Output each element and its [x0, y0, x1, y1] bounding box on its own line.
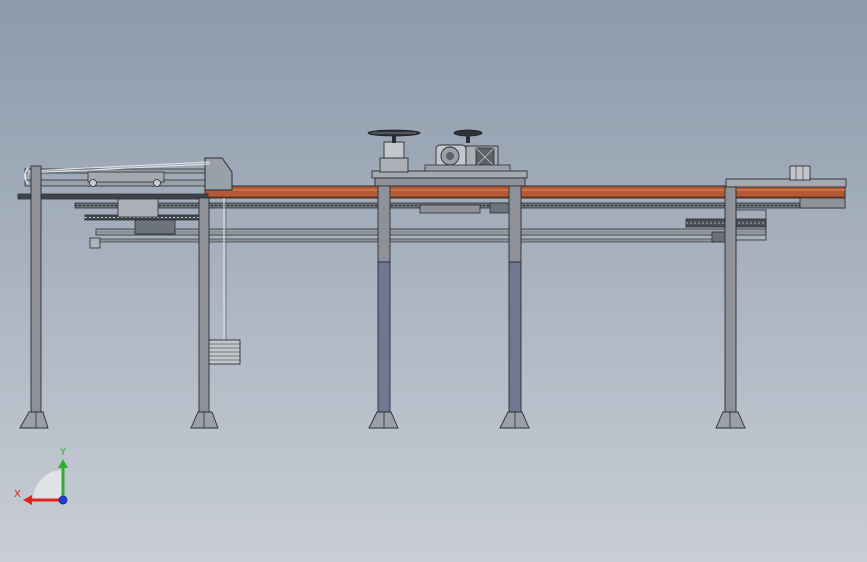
assembly-drawing: Y X: [14, 129, 847, 505]
handwheel-right[interactable]: [453, 129, 483, 143]
drive-unit[interactable]: [367, 129, 528, 187]
tail-unit[interactable]: [725, 165, 847, 209]
handwheel-left[interactable]: [367, 129, 421, 137]
cad-viewport[interactable]: Y X: [0, 0, 867, 562]
axis-label-x: X: [14, 489, 21, 500]
left-head-frame[interactable]: [17, 157, 233, 200]
conveyor-belt[interactable]: [204, 185, 846, 199]
axis-label-y: Y: [59, 447, 67, 458]
support-leg-3[interactable]: [368, 185, 399, 429]
counterweight[interactable]: [207, 198, 241, 365]
support-leg-1[interactable]: [19, 165, 49, 429]
coordinate-triad: Y X: [14, 447, 68, 505]
support-leg-4[interactable]: [499, 185, 530, 429]
